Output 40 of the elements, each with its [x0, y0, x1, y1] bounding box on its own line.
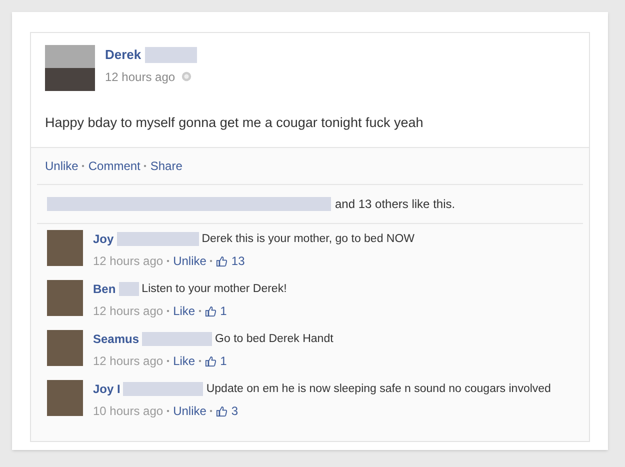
comment-text: Update on em he is now sleeping safe n sound no cougars involved: [206, 382, 551, 397]
commenter-link[interactable]: Seamus: [93, 330, 140, 348]
like-count: 1: [220, 353, 227, 370]
comment-time: 12 hours ago: [93, 353, 164, 370]
likes-summary: and 13 others like this.: [335, 196, 456, 214]
thumbs-up-icon: [205, 356, 216, 367]
comment-time: 10 hours ago: [93, 403, 164, 420]
redacted-name: [145, 46, 198, 63]
thumbs-up-icon: [216, 256, 228, 267]
avatar-placeholder: [47, 380, 83, 416]
like-link[interactable]: Unlike: [173, 402, 206, 420]
avatar-placeholder: [47, 280, 83, 316]
comment-time: 12 hours ago: [93, 303, 164, 320]
avatar-placeholder: [47, 230, 83, 266]
like-count: 1: [220, 303, 227, 320]
comment-text: Listen to your mother Derek!: [142, 282, 287, 297]
author-link[interactable]: Derek: [105, 45, 142, 64]
comment-time: 12 hours ago: [93, 253, 164, 270]
like-count: 13: [231, 253, 245, 270]
avatar-placeholder: [47, 330, 83, 366]
post-text: Happy bday to myself gonna get me a cougar tonight fuck yeah: [45, 114, 424, 132]
redacted-name: [142, 332, 212, 346]
post-action-link[interactable]: Unlike: [45, 157, 78, 176]
like-link[interactable]: Unlike: [173, 252, 206, 270]
avatar-placeholder: [45, 45, 95, 91]
redacted-name: [118, 282, 139, 296]
comment-text: Derek this is your mother, go to bed NOW: [202, 232, 415, 247]
comment-text: Go to bed Derek Handt: [215, 332, 334, 347]
like-link[interactable]: Like: [173, 302, 196, 320]
thumbs-up-icon: [216, 406, 228, 417]
post-action-link[interactable]: Comment: [88, 157, 140, 176]
commenter-link[interactable]: Ben: [93, 280, 116, 298]
commenter-link[interactable]: Joy I: [93, 380, 120, 398]
like-link[interactable]: Like: [173, 352, 196, 370]
post-time: 12 hours ago: [105, 68, 176, 86]
thumbs-up-icon: [205, 306, 216, 317]
post-action-link[interactable]: Share: [150, 157, 182, 176]
like-count: 3: [231, 403, 238, 420]
commenter-link[interactable]: Joy: [93, 230, 114, 248]
globe-icon: [181, 71, 192, 82]
